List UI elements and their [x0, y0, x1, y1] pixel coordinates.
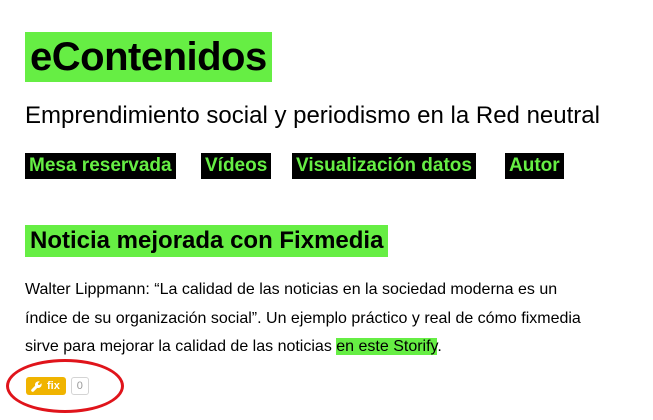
nav-item-mesa-reservada[interactable]: Mesa reservada — [25, 153, 176, 179]
post-body-line: Walter Lippmann: “La calidad de las noti… — [25, 281, 558, 298]
post-body-text: sirve para mejorar la calidad de las not… — [25, 338, 337, 355]
post-body: Walter Lippmann: “La calidad de las noti… — [25, 276, 630, 362]
fix-count-badge: 0 — [70, 377, 89, 395]
fix-button[interactable]: fix — [26, 377, 66, 395]
storify-link[interactable]: en este Storify — [336, 338, 438, 355]
fix-button-label: fix — [47, 380, 60, 392]
post-title[interactable]: Noticia mejorada con Fixmedia — [25, 225, 389, 257]
nav-item-videos[interactable]: Vídeos — [201, 153, 272, 179]
post-body-period: . — [437, 338, 442, 355]
nav-item-autor[interactable]: Autor — [505, 153, 564, 179]
nav-item-visualizacion-datos[interactable]: Visualización datos — [292, 153, 476, 179]
post-body-line: sirve para mejorar la calidad de las not… — [25, 333, 630, 362]
fix-widget: fix 0 — [26, 377, 89, 395]
site-title[interactable]: eContenidos — [25, 32, 272, 82]
site-tagline: Emprendimiento social y periodismo en la… — [25, 102, 600, 129]
wrench-icon — [31, 380, 42, 392]
post-body-line: índice de su organización social”. Un ej… — [25, 309, 581, 327]
